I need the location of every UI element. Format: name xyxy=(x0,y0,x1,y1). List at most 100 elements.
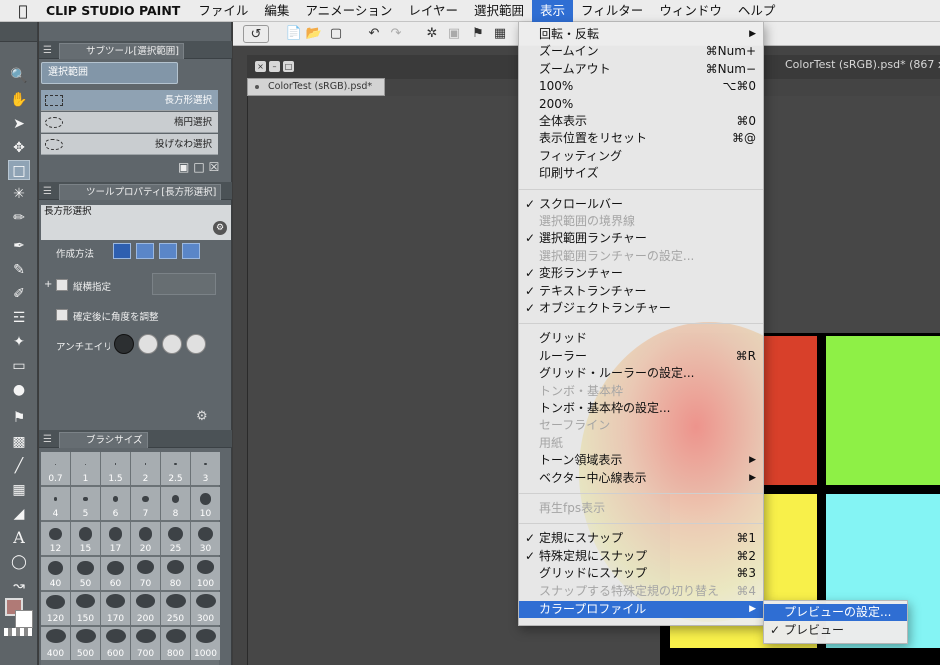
menu-item[interactable]: ✓ テキストランチャー xyxy=(519,283,763,300)
brush-size-cell[interactable]: 2.5 xyxy=(161,452,190,485)
airbrush-tool-icon[interactable]: ☲ xyxy=(8,308,30,328)
brush-size-cell[interactable]: 8 xyxy=(161,487,190,520)
fill-command-icon[interactable]: ⚑ xyxy=(469,25,487,43)
menu-edit[interactable]: 編集 xyxy=(256,0,297,22)
brush-size-cell[interactable]: 80 xyxy=(161,557,190,590)
aspect-checkbox[interactable] xyxy=(56,279,68,291)
eyedropper-tool-icon[interactable]: ✏ xyxy=(8,208,30,228)
panel-menu-icon[interactable]: ☰ xyxy=(43,42,52,60)
brush-size-cell[interactable]: 170 xyxy=(101,592,130,625)
brush-size-cell[interactable]: 10 xyxy=(191,487,220,520)
undo-icon[interactable]: ↶ xyxy=(365,25,383,43)
menu-item[interactable]: ルーラー ⌘R xyxy=(519,348,763,365)
add-selection-button[interactable] xyxy=(136,243,154,259)
brush-size-cell[interactable]: 300 xyxy=(191,592,220,625)
menu-item[interactable]: ズームイン ⌘Num+ xyxy=(519,43,763,60)
brush-size-cell[interactable]: 30 xyxy=(191,522,220,555)
menu-item-preview-settings[interactable]: プレビューの設定... xyxy=(764,604,907,621)
subtool-item-ellipse[interactable]: 楕円選択 xyxy=(41,112,218,133)
brush-size-cell[interactable]: 250 xyxy=(161,592,190,625)
subtool-group-selection[interactable]: 選択範囲 xyxy=(41,62,178,84)
menu-item[interactable]: カラープロファイル ▶ xyxy=(519,601,763,618)
new-selection-button[interactable] xyxy=(113,243,131,259)
menu-item[interactable]: フィッティング xyxy=(519,148,763,165)
app-menu[interactable]: CLIP STUDIO PAINT xyxy=(46,3,190,18)
hand-tool-icon[interactable]: ✋ xyxy=(8,90,30,110)
menu-item[interactable]: グリッド xyxy=(519,330,763,347)
brush-size-cell[interactable]: 500 xyxy=(71,627,100,660)
blend-tool-icon[interactable]: ● xyxy=(8,380,30,400)
brush-size-cell[interactable]: 7 xyxy=(131,487,160,520)
apple-icon[interactable]:  xyxy=(0,2,46,20)
menu-window[interactable]: ウィンドウ xyxy=(651,0,730,22)
antialias-mid-button[interactable] xyxy=(162,334,182,354)
menu-item[interactable]: グリッド・ルーラーの設定... xyxy=(519,365,763,382)
menu-item[interactable]: ✓ 特殊定規にスナップ ⌘2 xyxy=(519,548,763,565)
close-window-icon[interactable]: × xyxy=(255,61,266,72)
antialias-none-button[interactable] xyxy=(114,334,134,354)
menu-item[interactable]: グリッドにスナップ ⌘3 xyxy=(519,565,763,582)
document-tab[interactable]: ColorTest (sRGB).psd* xyxy=(247,78,385,96)
menu-item[interactable]: 表示位置をリセット ⌘@ xyxy=(519,130,763,147)
panel-menu-icon[interactable]: ☰ xyxy=(43,431,52,449)
adjust-angle-checkbox[interactable] xyxy=(56,309,68,321)
menu-item[interactable]: トーン領域表示 ▶ xyxy=(519,452,763,469)
brush-size-cell[interactable]: 400 xyxy=(41,627,70,660)
clear-icon[interactable]: ✲ xyxy=(423,25,441,43)
brush-size-cell[interactable]: 40 xyxy=(41,557,70,590)
pencil-tool-icon[interactable]: ✎ xyxy=(8,260,30,280)
brush-size-cell[interactable]: 60 xyxy=(101,557,130,590)
aspect-value-field[interactable] xyxy=(152,273,216,295)
subtract-selection-button[interactable] xyxy=(159,243,177,259)
subtool-item-lasso[interactable]: 投げなわ選択 xyxy=(41,134,218,155)
transform-icon[interactable]: ▦ xyxy=(491,25,509,43)
brush-size-cell[interactable]: 120 xyxy=(41,592,70,625)
menu-item[interactable]: 回転・反転 ▶ xyxy=(519,26,763,43)
menu-item-preview[interactable]: ✓ プレビュー xyxy=(764,622,907,639)
brush-size-cell[interactable]: 1.5 xyxy=(101,452,130,485)
redo-icon[interactable]: ↷ xyxy=(387,25,405,43)
brush-size-cell[interactable]: 20 xyxy=(131,522,160,555)
brush-size-cell[interactable]: 3 xyxy=(191,452,220,485)
menu-item[interactable]: ✓ 定規にスナップ ⌘1 xyxy=(519,530,763,547)
open-file-icon[interactable]: 📂 xyxy=(305,25,323,43)
operation-tool-icon[interactable]: ➤ xyxy=(8,114,30,134)
text-tool-icon[interactable]: A xyxy=(8,528,30,548)
menu-layer[interactable]: レイヤー xyxy=(400,0,466,22)
antialias-weak-button[interactable] xyxy=(138,334,158,354)
menu-item[interactable]: 100% ⌥⌘0 xyxy=(519,78,763,95)
brush-size-cell[interactable]: 150 xyxy=(71,592,100,625)
menu-item[interactable]: ズームアウト ⌘Num− xyxy=(519,61,763,78)
brush-size-cell[interactable]: 4 xyxy=(41,487,70,520)
figure-tool-icon[interactable]: ╱ xyxy=(8,456,30,476)
brush-tool-icon[interactable]: ✐ xyxy=(8,284,30,304)
ruler-tool-icon[interactable]: ◢ xyxy=(8,504,30,524)
brush-size-cell[interactable]: 25 xyxy=(161,522,190,555)
brush-size-cell[interactable]: 200 xyxy=(131,592,160,625)
menu-filter[interactable]: フィルター xyxy=(573,0,651,22)
tool-property-tab[interactable]: ツールプロパティ[長方形選択] xyxy=(59,184,222,200)
brush-size-cell[interactable]: 700 xyxy=(131,627,160,660)
eraser-tool-icon[interactable]: ▭ xyxy=(8,356,30,376)
brush-size-cell[interactable]: 15 xyxy=(71,522,100,555)
menu-item[interactable]: ✓ オブジェクトランチャー xyxy=(519,300,763,317)
auto-select-tool-icon[interactable]: ✳ xyxy=(8,184,30,204)
brush-size-cell[interactable]: 70 xyxy=(131,557,160,590)
decoration-tool-icon[interactable]: ✦ xyxy=(8,332,30,352)
subtool-tab[interactable]: サブツール[選択範囲] xyxy=(59,43,184,59)
brush-size-tab[interactable]: ブラシサイズ xyxy=(59,432,148,448)
brush-size-cell[interactable]: 5 xyxy=(71,487,100,520)
brush-size-cell[interactable]: 1 xyxy=(71,452,100,485)
frame-tool-icon[interactable]: ▦ xyxy=(8,480,30,500)
brush-size-cell[interactable]: 0.7 xyxy=(41,452,70,485)
menu-item[interactable]: ✓ 選択範囲ランチャー xyxy=(519,230,763,247)
clear-outside-icon[interactable]: ▣ xyxy=(445,25,463,43)
menu-item[interactable]: 200% xyxy=(519,96,763,113)
zoom-window-icon[interactable]: □ xyxy=(283,61,294,72)
menu-view[interactable]: 表示 xyxy=(532,0,574,22)
brush-size-cell[interactable]: 50 xyxy=(71,557,100,590)
panel-menu-icon[interactable]: ☰ xyxy=(43,183,52,201)
menu-item[interactable]: 全体表示 ⌘0 xyxy=(519,113,763,130)
move-layer-tool-icon[interactable]: ✥ xyxy=(8,138,30,158)
brush-size-cell[interactable]: 2 xyxy=(131,452,160,485)
